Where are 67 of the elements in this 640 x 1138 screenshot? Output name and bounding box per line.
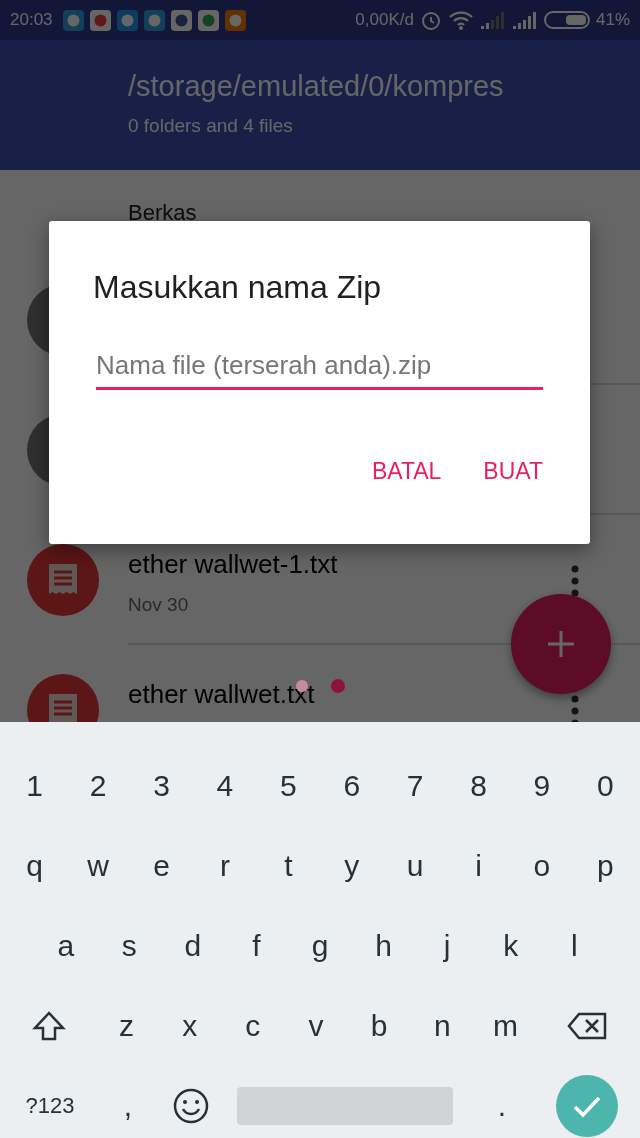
keyboard-key[interactable]: m (473, 991, 537, 1061)
keyboard-key[interactable]: x (158, 991, 222, 1061)
keyboard-key[interactable]: q (3, 831, 67, 901)
keyboard-key[interactable]: c (221, 991, 285, 1061)
smiley-icon (173, 1088, 209, 1124)
wifi-icon (447, 10, 474, 30)
document-icon (49, 564, 77, 596)
keyboard-key[interactable]: n (410, 991, 474, 1061)
keyboard-key[interactable]: 9 (510, 751, 574, 821)
create-button[interactable]: BUAT (473, 452, 553, 491)
more-icon[interactable] (571, 695, 579, 722)
dialog-title: Masukkan nama Zip (93, 269, 383, 306)
document-icon (49, 694, 77, 722)
keyboard-key[interactable]: j (415, 911, 479, 981)
keyboard-key[interactable]: r (193, 831, 257, 901)
more-icon[interactable] (571, 565, 579, 597)
keyboard-key[interactable]: w (66, 831, 130, 901)
keyboard-key[interactable]: l (542, 911, 607, 981)
signal-icon (479, 10, 506, 30)
keyboard-key[interactable]: 3 (129, 751, 194, 821)
plus-icon (548, 631, 574, 657)
keyboard-key[interactable]: i (446, 831, 511, 901)
keyboard-key[interactable]: b (347, 991, 411, 1061)
keyboard-key[interactable]: d (161, 911, 225, 981)
keyboard-key[interactable]: 1 (3, 751, 67, 821)
battery-level: 41% (595, 10, 630, 30)
keyboard-key[interactable]: o (510, 831, 574, 901)
keyboard-key[interactable]: 8 (446, 751, 511, 821)
checkmark-icon (555, 1074, 619, 1138)
keyboard-key[interactable]: a (34, 911, 98, 981)
keyboard-key[interactable]: t (256, 831, 321, 901)
battery-icon (543, 10, 590, 30)
clock: 20:03 (10, 10, 53, 30)
period-key[interactable]: . (467, 1071, 537, 1138)
keyboard-key[interactable]: k (478, 911, 543, 981)
signal-icon (511, 10, 538, 30)
keyboard-key[interactable]: 7 (383, 751, 447, 821)
keyboard-key[interactable]: y (320, 831, 384, 901)
keyboard-key[interactable]: p (573, 831, 638, 901)
symbols-key[interactable]: ?123 (3, 1071, 97, 1138)
comma-key[interactable]: , (97, 1071, 159, 1138)
backspace-icon (567, 1012, 607, 1040)
network-speed: 0,00K/d (355, 10, 414, 30)
keyboard-key[interactable]: s (97, 911, 162, 981)
file-date: Nov 30 (128, 594, 189, 616)
shift-icon (32, 1010, 66, 1042)
keyboard-key[interactable]: 4 (193, 751, 257, 821)
keyboard-key[interactable]: z (95, 991, 159, 1061)
keyboard-key[interactable]: v (284, 991, 348, 1061)
cancel-button[interactable]: BATAL (361, 452, 452, 491)
file-name: ether wallwet-1.txt (128, 549, 338, 580)
keyboard-key[interactable]: u (383, 831, 447, 901)
keyboard-key[interactable]: h (351, 911, 416, 981)
keyboard-key[interactable]: f (224, 911, 289, 981)
keyboard-key[interactable]: 6 (320, 751, 384, 821)
keyboard-key[interactable]: 0 (573, 751, 638, 821)
keyboard-key[interactable]: g (288, 911, 352, 981)
alarm-icon (419, 9, 442, 31)
zip-name-field[interactable]: Nama file (terserah anda).zip (96, 348, 543, 390)
folder-path: /storage/emulated/0/kompres (128, 70, 505, 103)
file-name: ether wallwet.txt (128, 679, 315, 710)
keyboard-key[interactable]: 5 (256, 751, 321, 821)
folder-summary: 0 folders and 4 files (128, 115, 294, 137)
add-button[interactable] (511, 594, 611, 694)
section-heading: Berkas (127, 199, 198, 227)
keyboard-key[interactable]: e (129, 831, 194, 901)
keyboard-key[interactable]: 2 (66, 751, 130, 821)
